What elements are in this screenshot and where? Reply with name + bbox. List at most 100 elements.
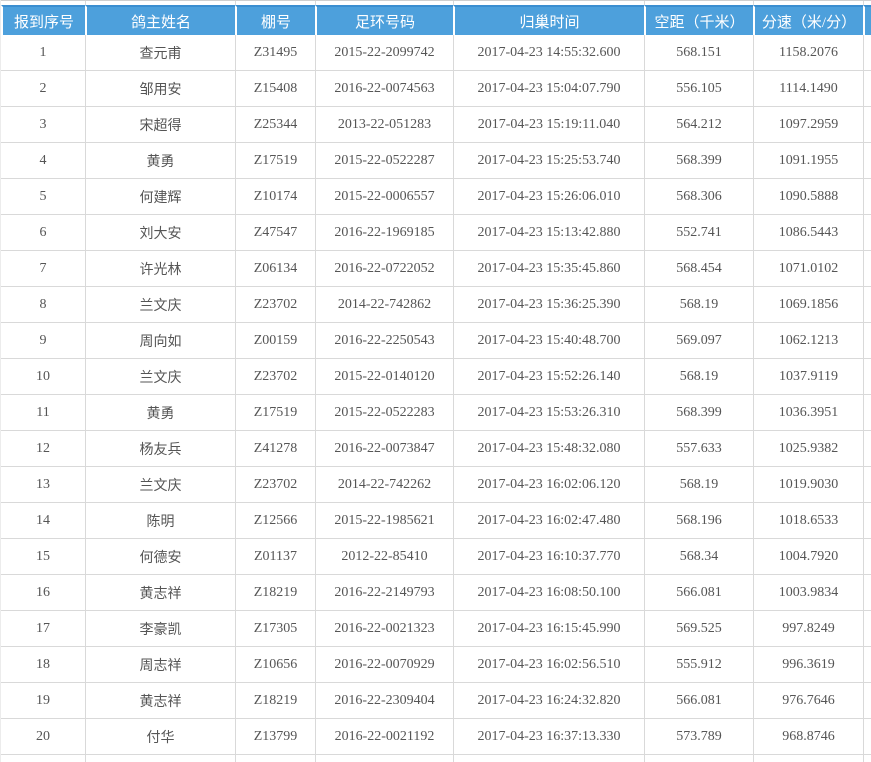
cell-loft_no: Z31495	[235, 35, 315, 70]
table-row: 18周志祥Z106562016-22-00709292017-04-23 16:…	[1, 647, 871, 683]
cell-homing_time: 2017-04-23 15:25:53.740	[453, 143, 644, 178]
cell-speed_m_per_min: 976.7646	[753, 683, 863, 718]
cell-owner_name: 宋超得	[85, 107, 235, 142]
cell-loft_no: Z47547	[235, 215, 315, 250]
cell-speed_m_per_min: 1114.1490	[753, 71, 863, 106]
cell-report_no: 6	[1, 215, 85, 250]
cell-ring_no: 2016-22-0021192	[315, 719, 453, 754]
cell-distance_km: 564.212	[644, 107, 753, 142]
cell-overflow	[863, 35, 871, 70]
cell-loft_no: Z12566	[235, 503, 315, 538]
cell-report_no: 14	[1, 503, 85, 538]
cell-speed_m_per_min: 1037.9119	[753, 359, 863, 394]
cell-distance_km: 568.151	[644, 35, 753, 70]
cell-distance_km: 568.19	[644, 359, 753, 394]
table-row: 2邹用安Z154082016-22-00745632017-04-23 15:0…	[1, 71, 871, 107]
cell-loft_no: Z15408	[235, 71, 315, 106]
cell-distance_km: 568.196	[644, 503, 753, 538]
clipped-cell	[453, 755, 644, 762]
cell-homing_time: 2017-04-23 16:10:37.770	[453, 539, 644, 574]
cell-ring_no: 2016-22-0722052	[315, 251, 453, 286]
table-row: 17李豪凯Z173052016-22-00213232017-04-23 16:…	[1, 611, 871, 647]
cell-homing_time: 2017-04-23 15:53:26.310	[453, 395, 644, 430]
cell-overflow	[863, 179, 871, 214]
table-row: 16黄志祥Z182192016-22-21497932017-04-23 16:…	[1, 575, 871, 611]
cell-homing_time: 2017-04-23 16:02:56.510	[453, 647, 644, 682]
cell-homing_time: 2017-04-23 16:02:06.120	[453, 467, 644, 502]
cell-overflow	[863, 287, 871, 322]
cell-speed_m_per_min: 1018.6533	[753, 503, 863, 538]
cell-homing_time: 2017-04-23 15:48:32.080	[453, 431, 644, 466]
cell-distance_km: 568.306	[644, 179, 753, 214]
header-cell-loft_no: 棚号	[235, 5, 315, 35]
cell-ring_no: 2016-22-0070929	[315, 647, 453, 682]
cell-overflow	[863, 143, 871, 178]
table-row: 14陈明Z125662015-22-19856212017-04-23 16:0…	[1, 503, 871, 539]
cell-speed_m_per_min: 1062.1213	[753, 323, 863, 358]
cell-speed_m_per_min: 1097.2959	[753, 107, 863, 142]
cell-loft_no: Z23702	[235, 287, 315, 322]
cell-report_no: 8	[1, 287, 85, 322]
cell-ring_no: 2016-22-1969185	[315, 215, 453, 250]
cell-report_no: 11	[1, 395, 85, 430]
cell-ring_no: 2016-22-0074563	[315, 71, 453, 106]
cell-report_no: 3	[1, 107, 85, 142]
cell-report_no: 12	[1, 431, 85, 466]
cell-owner_name: 查元甫	[85, 35, 235, 70]
cell-owner_name: 兰文庆	[85, 359, 235, 394]
cell-loft_no: Z23702	[235, 467, 315, 502]
cell-owner_name: 何德安	[85, 539, 235, 574]
cell-report_no: 13	[1, 467, 85, 502]
cell-loft_no: Z10656	[235, 647, 315, 682]
cell-overflow	[863, 215, 871, 250]
cell-ring_no: 2016-22-0021323	[315, 611, 453, 646]
cell-owner_name: 何建辉	[85, 179, 235, 214]
cell-report_no: 16	[1, 575, 85, 610]
cell-report_no: 20	[1, 719, 85, 754]
cell-report_no: 18	[1, 647, 85, 682]
cell-overflow	[863, 683, 871, 718]
cell-homing_time: 2017-04-23 15:13:42.880	[453, 215, 644, 250]
cell-ring_no: 2015-22-0522283	[315, 395, 453, 430]
header-cell-speed_m_per_min: 分速（米/分）	[753, 5, 863, 35]
cell-loft_no: Z01137	[235, 539, 315, 574]
cell-overflow	[863, 467, 871, 502]
cell-homing_time: 2017-04-23 15:35:45.860	[453, 251, 644, 286]
clipped-cell	[235, 755, 315, 762]
cell-speed_m_per_min: 968.8746	[753, 719, 863, 754]
cell-overflow	[863, 107, 871, 142]
cell-owner_name: 刘大安	[85, 215, 235, 250]
cell-overflow	[863, 503, 871, 538]
header-cell-overflow	[863, 5, 871, 35]
cell-overflow	[863, 359, 871, 394]
cell-distance_km: 569.097	[644, 323, 753, 358]
cell-report_no: 9	[1, 323, 85, 358]
cell-distance_km: 568.399	[644, 395, 753, 430]
cell-owner_name: 许光林	[85, 251, 235, 286]
table-body: 1查元甫Z314952015-22-20997422017-04-23 14:5…	[1, 35, 871, 755]
cell-owner_name: 邹用安	[85, 71, 235, 106]
cell-distance_km: 566.081	[644, 683, 753, 718]
cell-report_no: 10	[1, 359, 85, 394]
cell-ring_no: 2015-22-0006557	[315, 179, 453, 214]
cell-overflow	[863, 251, 871, 286]
cell-ring_no: 2015-22-0140120	[315, 359, 453, 394]
clipped-cell	[315, 755, 453, 762]
header-cell-report_no: 报到序号	[1, 5, 85, 35]
cell-speed_m_per_min: 1071.0102	[753, 251, 863, 286]
cell-owner_name: 李豪凯	[85, 611, 235, 646]
cell-owner_name: 黄勇	[85, 395, 235, 430]
cell-owner_name: 付华	[85, 719, 235, 754]
cell-report_no: 17	[1, 611, 85, 646]
cell-homing_time: 2017-04-23 16:02:47.480	[453, 503, 644, 538]
table-header-row: 报到序号鸽主姓名棚号足环号码归巢时间空距（千米）分速（米/分）	[1, 5, 871, 35]
cell-distance_km: 568.19	[644, 467, 753, 502]
cell-loft_no: Z41278	[235, 431, 315, 466]
cell-loft_no: Z10174	[235, 179, 315, 214]
cell-homing_time: 2017-04-23 15:36:25.390	[453, 287, 644, 322]
table-row: 20付华Z137992016-22-00211922017-04-23 16:3…	[1, 719, 871, 755]
cell-loft_no: Z18219	[235, 575, 315, 610]
header-cell-distance_km: 空距（千米）	[644, 5, 753, 35]
cell-loft_no: Z17305	[235, 611, 315, 646]
cell-loft_no: Z06134	[235, 251, 315, 286]
